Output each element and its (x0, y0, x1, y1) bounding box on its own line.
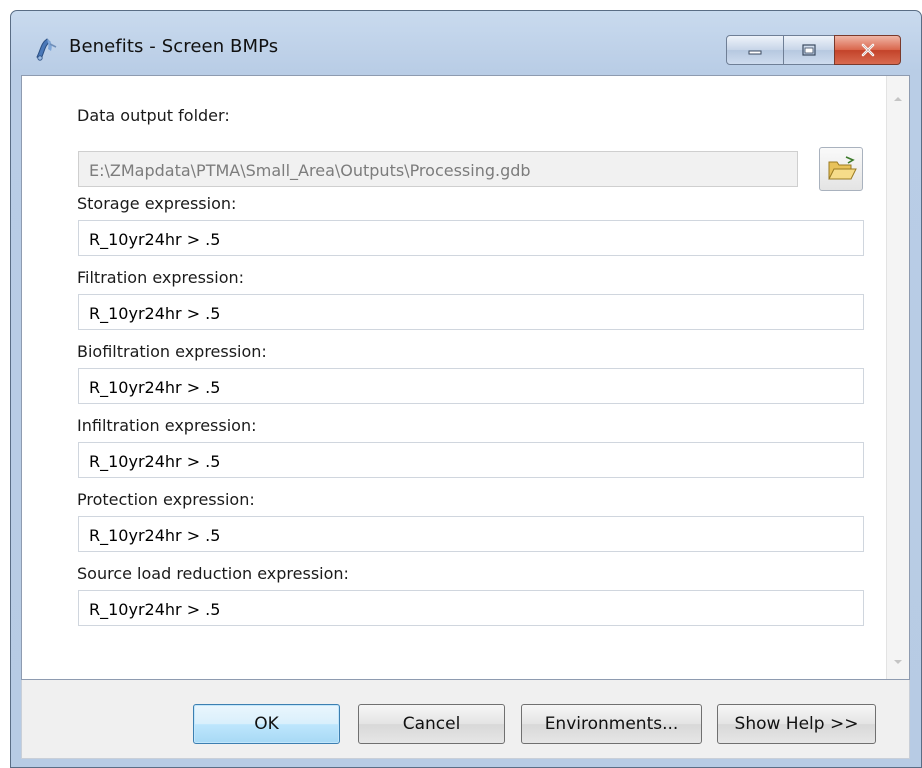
open-folder-icon (828, 156, 857, 180)
infiltration-expression-label: Infiltration expression: (77, 416, 257, 435)
close-button[interactable] (834, 35, 901, 65)
vertical-scrollbar[interactable] (886, 76, 909, 679)
environments-button[interactable]: Environments... (521, 704, 702, 744)
protection-expression-label: Protection expression: (77, 490, 255, 509)
cancel-button[interactable]: Cancel (358, 704, 505, 744)
button-bar: OK Cancel Environments... Show Help >> (21, 680, 910, 759)
minimize-button[interactable] (726, 35, 784, 65)
infiltration-expression-field[interactable]: R_10yr24hr > .5 (78, 442, 864, 478)
python-script-icon (33, 35, 61, 63)
scroll-down-icon[interactable] (892, 657, 904, 667)
minimize-icon (748, 50, 762, 55)
form-panel: Data output folder: E:\ZMapdata\PTMA\Sma… (21, 75, 910, 680)
output-folder-label: Data output folder: (77, 106, 230, 125)
output-folder-field[interactable]: E:\ZMapdata\PTMA\Small_Area\Outputs\Proc… (78, 151, 798, 187)
storage-expression-field[interactable]: R_10yr24hr > .5 (78, 220, 864, 256)
close-icon (861, 43, 874, 57)
filtration-expression-field[interactable]: R_10yr24hr > .5 (78, 294, 864, 330)
biofiltration-expression-label: Biofiltration expression: (77, 342, 267, 361)
browse-folder-button[interactable] (819, 147, 863, 191)
protection-expression-field[interactable]: R_10yr24hr > .5 (78, 516, 864, 552)
show-help-button[interactable]: Show Help >> (717, 704, 876, 744)
source-load-reduction-expression-field[interactable]: R_10yr24hr > .5 (78, 590, 864, 626)
biofiltration-expression-field[interactable]: R_10yr24hr > .5 (78, 368, 864, 404)
filtration-expression-label: Filtration expression: (77, 268, 245, 287)
source-load-reduction-expression-label: Source load reduction expression: (77, 564, 349, 583)
ok-button[interactable]: OK (193, 704, 340, 744)
storage-expression-label: Storage expression: (77, 194, 237, 213)
maximize-icon (802, 44, 816, 56)
maximize-button[interactable] (783, 35, 835, 65)
dialog-window: Benefits - Screen BMPs Data output folde… (10, 10, 922, 768)
scroll-up-icon[interactable] (892, 94, 904, 104)
window-title: Benefits - Screen BMPs (69, 36, 279, 57)
